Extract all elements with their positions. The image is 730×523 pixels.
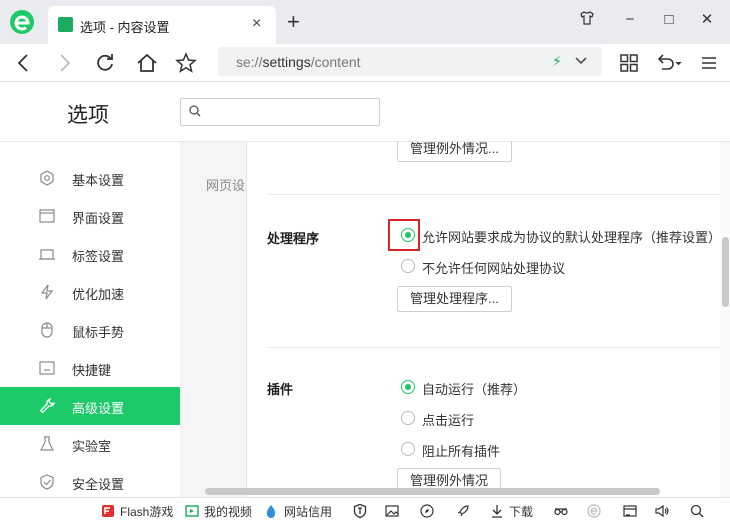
sidebar-item-label: 基本设置 (72, 173, 125, 188)
skin-icon[interactable] (577, 10, 597, 30)
status-bar: Flash游戏 我的视频 网站信用 下载 (0, 497, 730, 523)
radio-block-handlers-label: 不允许任何网站处理协议 (422, 261, 566, 276)
sidebar-item-label: 标签设置 (72, 249, 125, 264)
compass-icon[interactable] (419, 503, 435, 519)
manage-handlers-button[interactable]: 管理处理程序... (397, 286, 512, 312)
image-icon[interactable] (384, 503, 400, 519)
divider (267, 347, 720, 348)
radio-plugins-click-label: 点击运行 (422, 413, 475, 428)
back-button[interactable] (12, 51, 36, 75)
sidebar-item-optimize[interactable]: 优化加速 (0, 273, 180, 311)
radio-plugins-auto[interactable] (401, 380, 415, 394)
lightning-icon (38, 283, 56, 301)
credit-drop-icon (263, 503, 279, 519)
settings-header: 选项 (0, 82, 730, 142)
search-icon[interactable] (689, 503, 705, 519)
glasses-icon[interactable] (553, 503, 569, 519)
settings-search-input[interactable] (180, 98, 380, 126)
settings-sidebar: 基本设置 界面设置 标签设置 优化加速 鼠标手势 快捷键 高级设置 实验室 安全… (0, 142, 180, 497)
tab-icon (38, 245, 56, 263)
sidebar-item-label: 界面设置 (72, 211, 125, 226)
my-videos-link[interactable]: 我的视频 (204, 503, 252, 520)
mouse-icon (38, 321, 56, 339)
plugins-section-title: 插件 (267, 382, 294, 397)
browser-logo-icon[interactable] (8, 8, 36, 36)
title-bar: 选项 - 内容设置 × + − □ ✕ (0, 0, 730, 44)
apps-grid-button[interactable] (617, 51, 641, 75)
flash-games-link[interactable]: Flash游戏 (120, 503, 173, 520)
download-icon (489, 503, 505, 519)
tab-title: 选项 - 内容设置 (80, 20, 170, 35)
new-tab-button[interactable]: + (287, 11, 300, 33)
address-bar[interactable]: se://settings/content ⚡ (218, 47, 602, 76)
divider (267, 194, 720, 195)
site-credit-link[interactable]: 网站信用 (284, 503, 332, 520)
sidebar-item-label: 优化加速 (72, 287, 125, 302)
horizontal-scrollbar-thumb[interactable] (205, 488, 660, 495)
sidebar-item-label: 实验室 (72, 439, 112, 454)
radio-plugins-auto-label: 自动运行（推荐） (422, 382, 527, 397)
sidebar-item-label: 安全设置 (72, 477, 125, 492)
sidebar-item-mouse-gestures[interactable]: 鼠标手势 (0, 311, 180, 349)
navigation-toolbar: se://settings/content ⚡ (0, 44, 730, 82)
radio-plugins-click[interactable] (401, 411, 415, 425)
radio-plugins-block-label: 阻止所有插件 (422, 444, 501, 459)
vertical-scrollbar-thumb[interactable] (722, 237, 729, 307)
flash-games-icon (100, 503, 116, 519)
video-icon (184, 503, 200, 519)
sidebar-item-security[interactable]: 安全设置 (0, 463, 180, 501)
rocket-icon[interactable] (455, 503, 471, 519)
sidebar-item-tabs[interactable]: 标签设置 (0, 235, 180, 273)
red-highlight-box (388, 219, 420, 251)
shield-icon (38, 473, 56, 491)
sidebar-item-shortcuts[interactable]: 快捷键 (0, 349, 180, 387)
search-icon (189, 105, 201, 117)
sidebar-item-lab[interactable]: 实验室 (0, 425, 180, 463)
favorite-star-button[interactable] (174, 51, 198, 75)
minimize-button[interactable]: − (620, 10, 640, 30)
undo-close-button[interactable] (652, 51, 684, 75)
sidebar-item-label: 高级设置 (72, 401, 125, 416)
home-button[interactable] (135, 51, 159, 75)
radio-plugins-block[interactable] (401, 442, 415, 456)
radio-allow-handlers-label: 允许网站要求成为协议的默认处理程序（推荐设置） (422, 230, 720, 245)
handler-section-title: 处理程序 (267, 231, 320, 246)
page-title: 选项 (67, 104, 109, 127)
sidebar-item-label: 鼠标手势 (72, 325, 125, 340)
sidebar-item-interface[interactable]: 界面设置 (0, 197, 180, 235)
volume-icon[interactable] (654, 503, 670, 519)
flask-icon (38, 435, 56, 453)
tab-settings[interactable]: 选项 - 内容设置 × (48, 6, 276, 44)
settings-card: 管理例外情况... 处理程序 允许网站要求成为协议的默认处理程序（推荐设置） 不… (246, 142, 720, 497)
address-url: se://settings/content (236, 54, 361, 70)
chevron-down-icon[interactable] (574, 53, 588, 70)
maximize-button[interactable]: □ (659, 10, 679, 30)
close-tab-icon[interactable]: × (252, 16, 261, 32)
menu-button[interactable] (697, 51, 721, 75)
forward-button[interactable] (52, 51, 76, 75)
keyboard-icon (38, 359, 56, 377)
refresh-button[interactable] (93, 51, 117, 75)
wrench-icon (38, 397, 56, 415)
sidebar-item-advanced[interactable]: 高级设置 (0, 387, 180, 425)
shield-icon[interactable] (352, 503, 368, 519)
window-icon[interactable] (622, 503, 638, 519)
browser-e-icon[interactable] (586, 503, 602, 519)
gear-icon (38, 169, 56, 187)
manage-exceptions-button-top[interactable]: 管理例外情况... (397, 142, 512, 162)
sidebar-item-basic[interactable]: 基本设置 (0, 159, 180, 197)
radio-block-handlers[interactable] (401, 259, 415, 273)
sidebar-item-label: 快捷键 (72, 363, 112, 378)
speed-mode-icon[interactable]: ⚡ (552, 53, 562, 70)
vertical-scrollbar[interactable] (720, 142, 730, 497)
settings-tab-icon (58, 17, 73, 32)
window-icon (38, 207, 56, 225)
close-window-button[interactable]: ✕ (697, 10, 717, 30)
section-label-web-settings: 网页设置 (206, 178, 248, 193)
download-link[interactable]: 下载 (509, 503, 533, 520)
